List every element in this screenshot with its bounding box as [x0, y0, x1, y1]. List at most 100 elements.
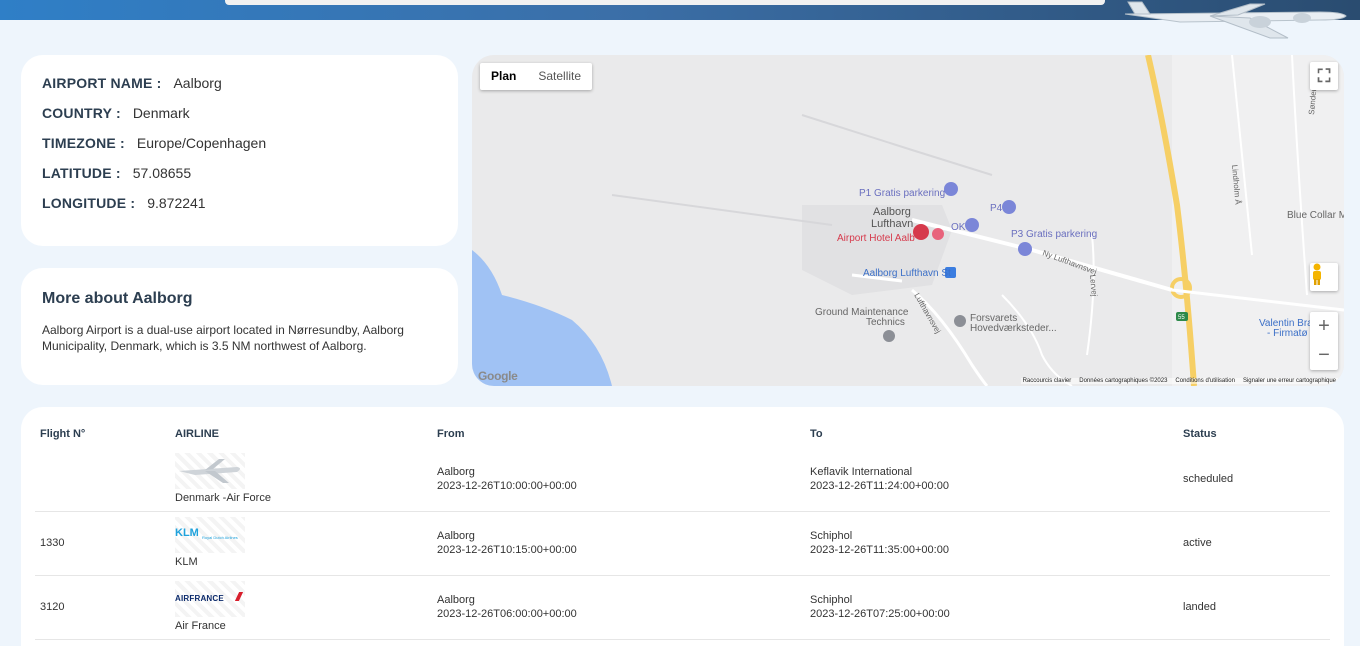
info-row-longitude: LONGITUDE : 9.872241 [42, 195, 437, 225]
table-row[interactable]: Denmark -Air Force Aalborg 2023-12-26T10… [35, 447, 1330, 512]
from-cell: Aalborg 2023-12-26T10:00:00+00:00 [432, 447, 805, 512]
flights-card: Flight N° AIRLINE From To Status Denmark… [21, 407, 1344, 646]
ground-label-line2: Technics [866, 317, 905, 328]
to-time: 2023-12-26T07:25:00+00:00 [810, 608, 950, 620]
about-card: More about Aalborg Aalborg Airport is a … [21, 268, 458, 385]
flight-status: active [1178, 511, 1330, 576]
to-time: 2023-12-26T11:24:00+00:00 [810, 479, 949, 492]
street-view-pegman-icon[interactable] [1310, 263, 1338, 291]
table-row[interactable]: 1330 KLM Royal Dutch Airlines KLM Aalbor… [35, 511, 1330, 576]
flight-number: 1330 [35, 511, 170, 576]
from-cell: Aalborg 2023-12-26T10:15:00+00:00 [432, 511, 805, 576]
air-france-logo-text: AIRFRANCE [175, 594, 224, 603]
lervej-label: Lervej [1088, 274, 1099, 297]
zoom-out-button[interactable]: − [1310, 341, 1338, 370]
map-footer: Raccourcis clavier Données cartographiqu… [1020, 378, 1338, 384]
header-strip [225, 0, 1105, 5]
keyboard-shortcuts-link[interactable]: Raccourcis clavier [1023, 378, 1072, 384]
info-value: Denmark [132, 105, 190, 121]
airplane-illustration [1124, 1, 1347, 39]
blue-collar-label: Blue Collar M [1287, 210, 1344, 221]
parking-p3-icon[interactable] [1018, 242, 1032, 256]
airline-cell: AIRFRANCE Air France [170, 575, 432, 640]
report-error-link[interactable]: Signaler une erreur cartographique [1243, 378, 1336, 384]
forsvarets-icon[interactable] [954, 315, 966, 327]
from-time: 2023-12-26T10:15:00+00:00 [437, 544, 577, 556]
airline-name: Air France [175, 620, 226, 632]
ok-label: OK [951, 222, 966, 233]
info-value: Europe/Copenhagen [136, 135, 267, 151]
hotel-label: Airport Hotel Aalb [837, 233, 915, 244]
to-cell: Schiphol 2023-12-26T11:35:00+00:00 [805, 511, 1178, 576]
airline-name: Denmark -Air Force [175, 491, 271, 504]
gas-station-icon[interactable] [965, 218, 979, 232]
to-cell: Keflavik International 2023-12-26T11:24:… [805, 447, 1178, 512]
air-france-stripe-icon [234, 592, 244, 601]
forsvarets-label-line2: Hovedværksteder... [970, 323, 1057, 334]
info-label: TIMEZONE : [42, 135, 125, 151]
from-airport: Aalborg [437, 465, 475, 478]
about-title: More about Aalborg [42, 290, 193, 307]
taxiway-line [611, 194, 833, 226]
airport-info-card: AIRPORT NAME : Aalborg COUNTRY : Denmark… [21, 55, 458, 246]
lufthavnsvej-label: Lufthavnsvej [912, 292, 942, 336]
header-flight-number: Flight N° [40, 428, 86, 440]
to-cell: Schiphol 2023-12-26T07:25:00+00:00 [805, 575, 1178, 640]
table-row[interactable]: 3120 AIRFRANCE Air France Aalborg 2023-1… [35, 575, 1330, 640]
fjord-water [472, 250, 612, 386]
to-airport: Schiphol [810, 530, 853, 542]
airport-label-line2: Lufthavn [871, 218, 913, 230]
parking-p4-icon[interactable] [1002, 200, 1016, 214]
info-row-latitude: LATITUDE : 57.08655 [42, 165, 437, 195]
airport-pin-icon[interactable] [913, 224, 929, 240]
map-type-toggle: Plan Satellite [480, 63, 593, 90]
from-airport: Aalborg [437, 530, 475, 542]
to-airport: Keflavik International [810, 465, 913, 478]
map-view[interactable]: P1 Gratis parkering P4 Aalborg Lufthavn … [472, 55, 1344, 386]
from-time: 2023-12-26T10:00:00+00:00 [437, 479, 577, 492]
airline-name: KLM [175, 556, 198, 568]
map-canvas[interactable]: P1 Gratis parkering P4 Aalborg Lufthavn … [472, 55, 1344, 386]
klm-logo: KLM Royal Dutch Airlines [175, 517, 245, 553]
airline-cell: KLM Royal Dutch Airlines KLM [170, 511, 432, 576]
info-value: 57.08655 [132, 165, 192, 181]
ny-lufthavnsvej-label: Ny Lufthavnsvej [1041, 248, 1098, 276]
to-time: 2023-12-26T11:35:00+00:00 [810, 544, 949, 556]
terms-link[interactable]: Conditions d'utilisation [1175, 378, 1235, 384]
from-time: 2023-12-26T06:00:00+00:00 [437, 608, 577, 620]
station-label: Aalborg Lufthavn St [863, 268, 951, 279]
header-status: Status [1183, 428, 1217, 440]
air-france-logo: AIRFRANCE [175, 581, 245, 617]
info-label: LONGITUDE : [42, 195, 136, 211]
header-from: From [437, 428, 465, 440]
flight-number: 3120 [35, 575, 170, 640]
info-row-country: COUNTRY : Denmark [42, 105, 437, 135]
from-cell: Aalborg 2023-12-26T06:00:00+00:00 [432, 575, 805, 640]
hotel-icon[interactable] [932, 228, 944, 240]
google-logo: Google [478, 369, 518, 383]
about-description: Aalborg Airport is a dual-use airport lo… [42, 323, 404, 353]
info-value: 9.872241 [147, 195, 206, 211]
info-row-timezone: TIMEZONE : Europe/Copenhagen [42, 135, 437, 165]
flight-status: scheduled [1178, 447, 1330, 512]
flight-number [35, 447, 170, 512]
to-airport: Schiphol [810, 594, 853, 606]
route-55-label: 55 [1178, 315, 1185, 321]
zoom-control: + − [1310, 312, 1338, 370]
map-plan-button[interactable]: Plan [480, 63, 527, 90]
parking-p1-icon[interactable] [944, 182, 958, 196]
zoom-in-button[interactable]: + [1310, 312, 1338, 341]
airport-label-line1: Aalborg [873, 206, 911, 218]
klm-logo-subtext: Royal Dutch Airlines [202, 535, 238, 540]
header-to: To [810, 428, 823, 440]
maintenance-icon[interactable] [883, 330, 895, 342]
info-value: Aalborg [173, 75, 222, 91]
airline-cell: Denmark -Air Force [170, 447, 432, 512]
map-data-credit: Données cartographiques ©2023 [1079, 378, 1168, 384]
p1-label: P1 Gratis parkering [859, 188, 945, 199]
fullscreen-icon[interactable]: ⛶ [1310, 62, 1338, 90]
table-header-row: Flight N° AIRLINE From To Status [35, 421, 1330, 447]
side-road [1001, 294, 1073, 386]
map-satellite-button[interactable]: Satellite [527, 63, 592, 90]
info-label: COUNTRY : [42, 105, 121, 121]
